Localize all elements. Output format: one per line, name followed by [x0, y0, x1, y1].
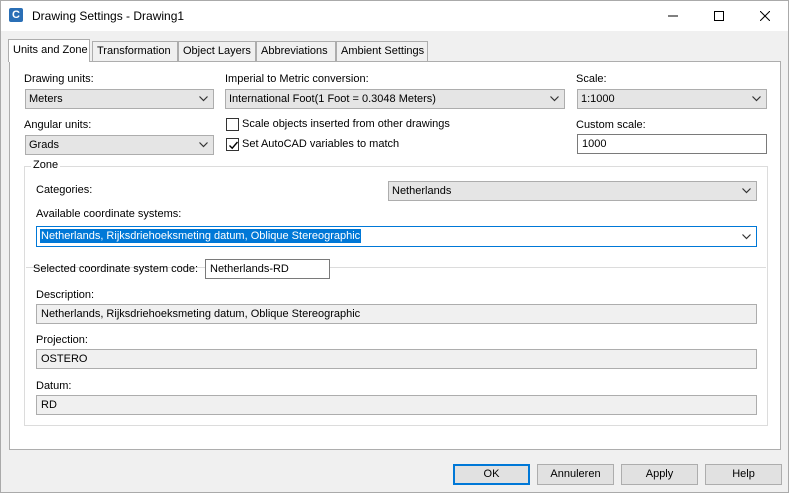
tab-abbreviations[interactable]: Abbreviations [256, 41, 336, 61]
chevron-down-icon [742, 234, 751, 240]
ok-button[interactable]: OK [453, 464, 530, 485]
close-icon [759, 10, 771, 22]
drawing-settings-dialog: C Drawing Settings - Drawing1 Units and … [0, 0, 789, 493]
tab-units-and-zone[interactable]: Units and Zone [8, 39, 90, 62]
maximize-button[interactable] [696, 1, 742, 31]
drawing-units-value: Meters [29, 93, 63, 105]
angular-units-value: Grads [29, 139, 59, 151]
categories-label: Categories: [36, 184, 93, 196]
chevron-down-icon [199, 96, 208, 102]
chevron-down-icon [550, 96, 559, 102]
apply-button[interactable]: Apply [621, 464, 698, 485]
code-value: Netherlands-RD [210, 263, 289, 275]
description-field: Netherlands, Rijksdriehoeksmeting datum,… [36, 304, 757, 324]
angular-units-label: Angular units: [24, 119, 92, 131]
custom-scale-input[interactable]: 1000 [577, 134, 767, 154]
chevron-down-icon [199, 142, 208, 148]
angular-units-combo[interactable]: Grads [25, 135, 214, 155]
app-icon: C [9, 8, 23, 22]
scale-combo[interactable]: 1:1000 [577, 89, 767, 109]
conversion-combo[interactable]: International Foot(1 Foot = 0.3048 Meter… [225, 89, 565, 109]
available-systems-combo[interactable]: Netherlands, Rijksdriehoeksmeting datum,… [36, 226, 757, 247]
description-value: Netherlands, Rijksdriehoeksmeting datum,… [41, 308, 361, 320]
tab-transformation[interactable]: Transformation [92, 41, 178, 61]
scale-value: 1:1000 [581, 93, 615, 105]
zone-group-title: Zone [31, 159, 61, 171]
scale-objects-label: Scale objects inserted from other drawin… [242, 118, 450, 130]
conversion-value: International Foot(1 Foot = 0.3048 Meter… [229, 93, 436, 105]
units-and-zone-panel: Drawing units: Meters Imperial to Metric… [9, 61, 781, 450]
projection-field: OSTERO [36, 349, 757, 369]
projection-value: OSTERO [41, 353, 88, 365]
description-label: Description: [36, 289, 95, 301]
title-bar: C Drawing Settings - Drawing1 [1, 1, 788, 31]
custom-scale-value: 1000 [582, 138, 607, 150]
minimize-icon [668, 15, 678, 17]
chevron-down-icon [752, 96, 761, 102]
close-button[interactable] [742, 1, 788, 31]
drawing-units-label: Drawing units: [24, 73, 94, 85]
drawing-units-combo[interactable]: Meters [25, 89, 214, 109]
available-systems-label: Available coordinate systems: [36, 208, 182, 220]
tab-ambient-settings[interactable]: Ambient Settings [336, 41, 428, 61]
checkmark-icon [229, 141, 239, 150]
available-systems-value: Netherlands, Rijksdriehoeksmeting datum,… [40, 229, 362, 243]
datum-field: RD [36, 395, 757, 415]
scale-objects-checkbox[interactable] [226, 118, 239, 131]
code-input[interactable]: Netherlands-RD [205, 259, 330, 279]
minimize-button[interactable] [650, 1, 696, 31]
custom-scale-label: Custom scale: [576, 119, 646, 131]
datum-value: RD [41, 399, 57, 411]
code-label: Selected coordinate system code: [33, 263, 199, 275]
projection-label: Projection: [36, 334, 88, 346]
maximize-icon [714, 11, 724, 21]
categories-combo[interactable]: Netherlands [388, 181, 757, 201]
categories-value: Netherlands [392, 185, 452, 197]
tab-object-layers[interactable]: Object Layers [178, 41, 256, 61]
window-title: Drawing Settings - Drawing1 [32, 9, 185, 23]
set-autocad-label: Set AutoCAD variables to match [242, 138, 400, 150]
help-button[interactable]: Help [705, 464, 782, 485]
chevron-down-icon [742, 188, 751, 194]
zone-groupbox: Zone Categories: Netherlands Available c… [24, 159, 768, 426]
set-autocad-checkbox[interactable] [226, 138, 239, 151]
cancel-button[interactable]: Annuleren [537, 464, 614, 485]
conversion-label: Imperial to Metric conversion: [225, 73, 369, 85]
scale-label: Scale: [576, 73, 607, 85]
datum-label: Datum: [36, 380, 72, 392]
